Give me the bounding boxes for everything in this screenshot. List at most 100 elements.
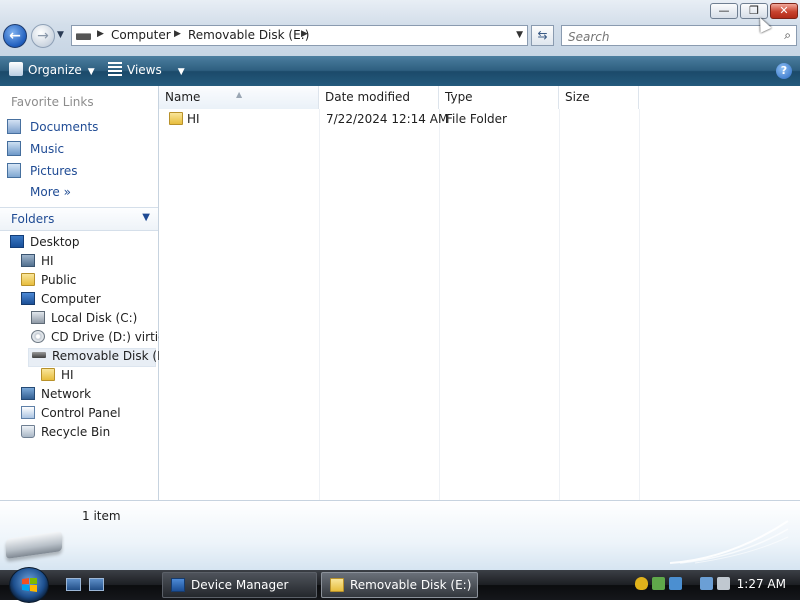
file-date-cell: 7/22/2024 12:14 AM	[326, 112, 449, 126]
column-header-size[interactable]: Size	[559, 86, 639, 109]
file-name-cell[interactable]: HI	[169, 112, 200, 126]
help-icon: ?	[780, 64, 788, 77]
favorite-more[interactable]: More »	[30, 185, 71, 203]
show-desktop-icon[interactable]	[66, 578, 81, 591]
removable-drive-icon	[76, 33, 91, 40]
organize-icon	[9, 62, 23, 76]
views-button[interactable]: Views ▼	[108, 62, 185, 77]
file-type-cell: File Folder	[446, 112, 507, 126]
tree-label: Recycle Bin	[41, 425, 111, 439]
minimize-button[interactable]: —	[710, 3, 738, 19]
folders-header[interactable]: Folders ▼	[0, 207, 158, 231]
tree-label: Network	[41, 387, 92, 401]
search-input[interactable]	[566, 28, 770, 45]
tree-label: Local Disk (C:)	[51, 311, 138, 325]
column-divider	[319, 109, 320, 500]
back-button[interactable]: ←	[3, 24, 27, 48]
explorer-folder-icon	[330, 578, 344, 592]
security-shield-icon[interactable]	[635, 577, 648, 590]
folders-title: Folders	[11, 212, 55, 226]
tree-item-cd-drive-d[interactable]: CD Drive (D:) virtio-	[31, 330, 170, 349]
column-header-row: ▲ Name Date modified Type Size	[159, 86, 800, 109]
tree-item-hi-folder[interactable]: HI	[41, 368, 74, 387]
forward-button[interactable]: →	[31, 24, 55, 48]
file-list[interactable]: ▲ Name Date modified Type Size HI 7/22/20…	[159, 86, 800, 500]
tree-item-control-panel[interactable]: Control Panel	[21, 406, 121, 425]
chevron-down-icon: ▼	[87, 67, 95, 77]
navigation-pane: Favorite Links Documents Music Pictures …	[0, 86, 173, 500]
start-button[interactable]	[9, 567, 49, 603]
favorite-pictures[interactable]: Pictures	[7, 163, 78, 181]
favorite-label: Pictures	[30, 164, 78, 178]
column-header-date-modified[interactable]: Date modified	[319, 86, 439, 109]
file-name: HI	[187, 112, 200, 126]
pictures-icon	[7, 163, 21, 178]
tree-item-recycle-bin[interactable]: Recycle Bin	[21, 425, 110, 444]
item-count: 1 item	[82, 509, 121, 523]
cd-drive-icon	[31, 330, 45, 343]
breadcrumb-arrow-icon[interactable]: ▶	[174, 29, 181, 39]
tree-item-user-hi[interactable]: HI	[21, 254, 54, 273]
network-status-icon[interactable]	[700, 577, 713, 590]
tree-item-public[interactable]: Public	[21, 273, 77, 292]
update-icon[interactable]	[652, 577, 665, 590]
taskbar: Device Manager Removable Disk (E:) 1:27 …	[0, 567, 800, 603]
chevron-down-icon: ▼	[142, 212, 150, 223]
command-bar: Organize ▼ Views ▼ ?	[0, 56, 800, 86]
file-row[interactable]: HI 7/22/2024 12:14 AM File Folder	[159, 110, 800, 129]
tree-label: HI	[41, 254, 54, 268]
column-header-name[interactable]: ▲ Name	[159, 86, 319, 109]
recycle-bin-icon	[21, 425, 35, 438]
refresh-icon: ⇆	[537, 28, 548, 42]
taskbar-item-device-manager[interactable]: Device Manager	[162, 572, 317, 598]
breadcrumb-arrow-icon[interactable]: ▶	[97, 29, 104, 39]
close-button[interactable]: ✕	[770, 3, 798, 19]
removable-drive-large-icon	[6, 531, 62, 559]
tree-label: HI	[61, 368, 74, 382]
favorite-label: More	[30, 185, 60, 199]
decorative-swoosh	[670, 520, 789, 564]
column-divider	[639, 109, 640, 500]
column-label: Type	[445, 90, 473, 104]
removable-drive-icon	[32, 352, 46, 358]
control-panel-icon	[21, 406, 35, 419]
forward-arrow-icon: →	[37, 28, 49, 44]
help-button[interactable]: ?	[776, 63, 792, 79]
tree-item-computer[interactable]: Computer	[21, 292, 101, 311]
tree-item-removable-disk-e[interactable]: Removable Disk (E:)	[28, 348, 173, 367]
column-label: Date modified	[325, 90, 411, 104]
clock[interactable]: 1:27 AM	[737, 577, 786, 591]
organize-button[interactable]: Organize ▼	[9, 62, 95, 77]
address-dropdown-icon[interactable]: ▼	[516, 30, 523, 40]
volume-muted-icon[interactable]	[717, 577, 730, 590]
tree-item-desktop[interactable]: Desktop	[10, 235, 80, 254]
device-icon[interactable]	[669, 577, 682, 590]
folder-icon	[169, 112, 183, 125]
folder-icon	[41, 368, 55, 381]
switch-windows-icon[interactable]	[89, 578, 104, 591]
favorite-music[interactable]: Music	[7, 141, 64, 159]
tree-label: Public	[41, 273, 77, 287]
task-label: Device Manager	[191, 578, 289, 592]
hard-disk-icon	[31, 311, 45, 324]
breadcrumb-computer[interactable]: Computer	[111, 28, 171, 42]
folder-icon	[21, 273, 35, 286]
refresh-button[interactable]: ⇆	[531, 25, 554, 46]
column-header-type[interactable]: Type	[439, 86, 559, 109]
breadcrumb-arrow-icon[interactable]: ▶	[301, 29, 308, 39]
favorite-documents[interactable]: Documents	[7, 119, 98, 137]
network-icon	[21, 387, 35, 400]
details-pane: 1 item	[0, 500, 800, 571]
taskbar-item-removable-disk[interactable]: Removable Disk (E:)	[321, 572, 478, 598]
address-bar[interactable]: ▶ Computer ▶ Removable Disk (E:) ▶ ▼	[71, 25, 528, 46]
desktop-icon	[10, 235, 24, 248]
tree-item-network[interactable]: Network	[21, 387, 91, 406]
search-icon[interactable]: ⌕	[784, 28, 791, 43]
close-icon: ✕	[779, 4, 789, 17]
recent-pages-dropdown[interactable]: ▼	[57, 30, 64, 40]
tree-label: CD Drive (D:) virtio-	[51, 330, 171, 344]
column-label: Size	[565, 90, 590, 104]
breadcrumb-removable-disk[interactable]: Removable Disk (E:)	[188, 28, 309, 42]
computer-icon	[21, 292, 35, 305]
tree-item-local-disk-c[interactable]: Local Disk (C:)	[31, 311, 137, 330]
